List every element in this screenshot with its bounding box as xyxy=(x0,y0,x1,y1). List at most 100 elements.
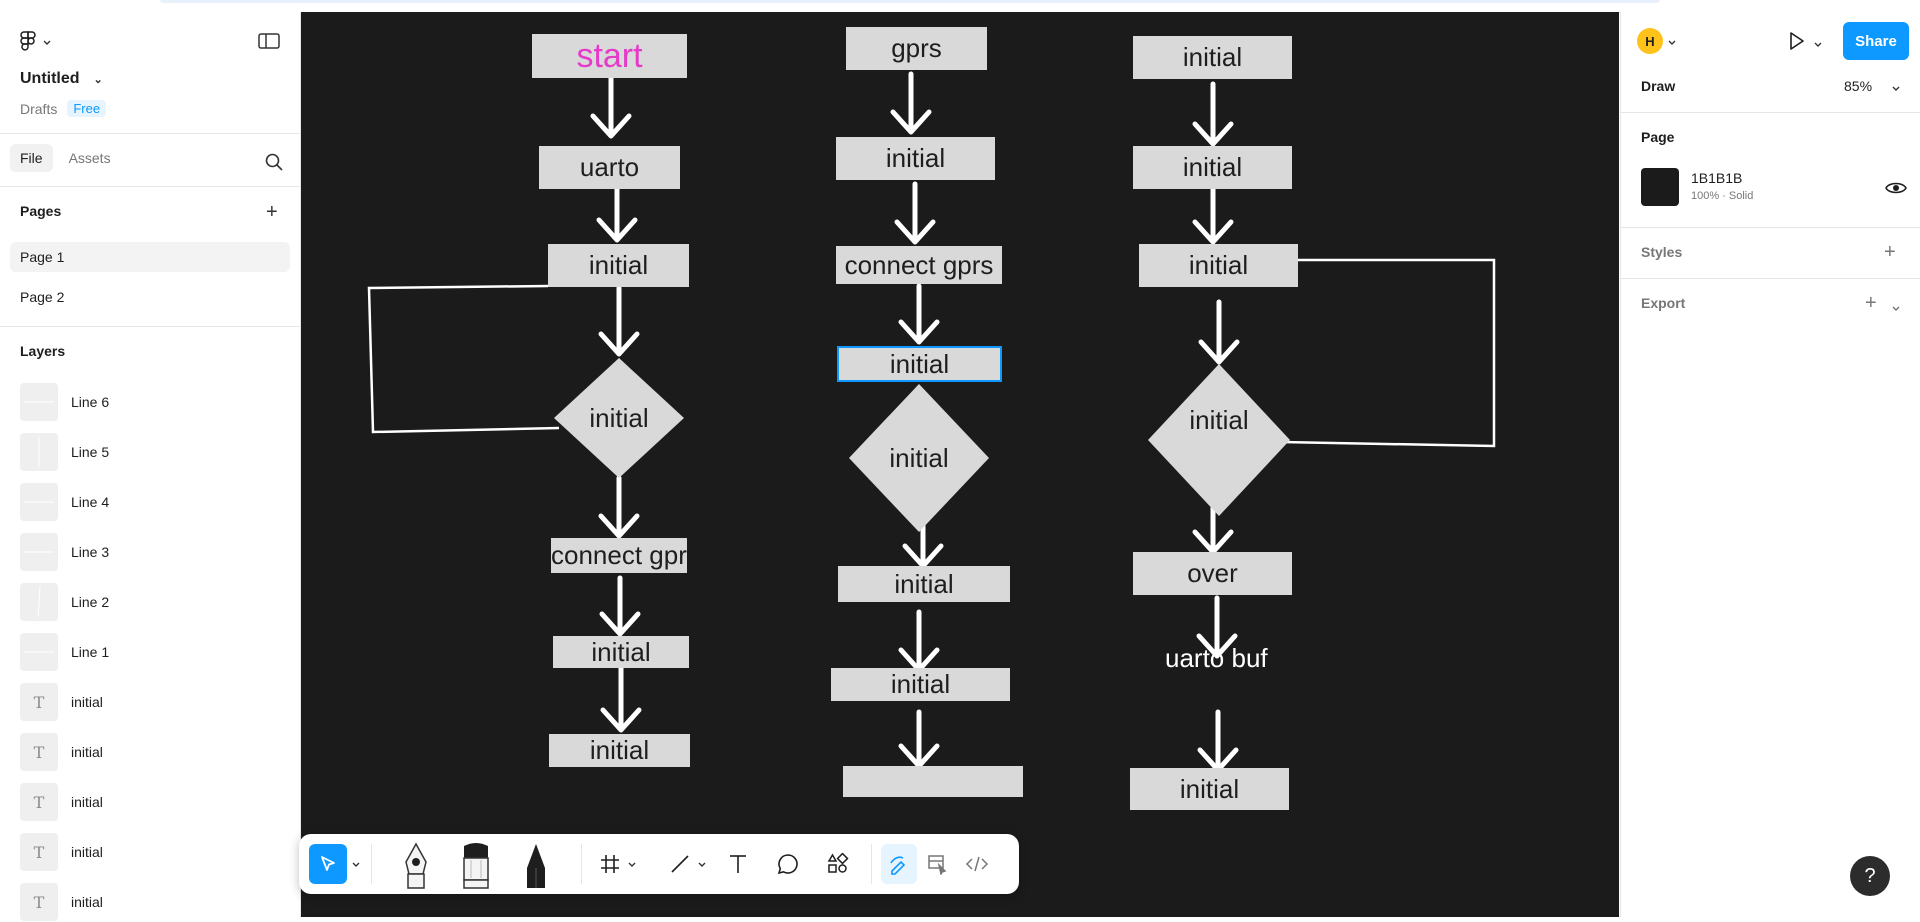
flow-decision[interactable]: initial xyxy=(1148,364,1290,516)
flow-box-start[interactable]: start xyxy=(532,34,687,78)
drafts-link[interactable]: Drafts xyxy=(20,101,57,117)
present-button[interactable] xyxy=(1785,30,1807,57)
flow-box[interactable]: initial xyxy=(1133,36,1292,79)
draw-mode-button[interactable] xyxy=(881,844,917,884)
flow-box[interactable]: initial xyxy=(836,137,995,180)
main-menu-button[interactable] xyxy=(20,30,64,54)
plan-badge[interactable]: Free xyxy=(67,100,107,117)
flow-box[interactable]: over xyxy=(1133,552,1292,595)
flow-box[interactable]: uarto xyxy=(539,146,680,189)
divider xyxy=(0,326,300,327)
flow-box[interactable]: gprs xyxy=(846,27,987,70)
flow-decision[interactable]: initial xyxy=(849,384,989,532)
toggle-sidebar-button[interactable] xyxy=(258,32,282,52)
mode-label: Draw xyxy=(1641,78,1676,94)
design-mode-button[interactable] xyxy=(919,844,955,884)
search-icon[interactable] xyxy=(264,152,284,177)
text-label[interactable]: uarto buf xyxy=(1165,643,1268,674)
decision-label: initial xyxy=(1189,404,1249,435)
arrow xyxy=(890,71,932,135)
layer-item[interactable]: Tinitial xyxy=(20,782,103,822)
layer-item[interactable]: Line 3 xyxy=(20,532,109,572)
flow-box-selected[interactable]: initial xyxy=(837,346,1002,382)
flow-box-empty[interactable] xyxy=(843,766,1023,797)
user-avatar[interactable]: H xyxy=(1637,28,1663,54)
arrow xyxy=(898,609,940,673)
background-color-swatch[interactable] xyxy=(1641,168,1679,206)
eye-icon xyxy=(1885,182,1907,194)
layer-item[interactable]: Line 6 xyxy=(20,382,109,422)
text-tool-button[interactable] xyxy=(723,844,753,884)
layer-item[interactable]: Line 4 xyxy=(20,482,109,522)
page-item-1[interactable]: Page 1 xyxy=(10,242,290,272)
decision-label: initial xyxy=(889,442,949,473)
tab-file[interactable]: File xyxy=(10,144,53,172)
cursor-icon xyxy=(321,856,335,871)
flow-box[interactable]: initial xyxy=(549,734,690,767)
flow-decision[interactable]: initial xyxy=(554,358,684,478)
arrow xyxy=(898,283,940,345)
add-style-icon[interactable]: + xyxy=(1884,242,1896,262)
zoom-level[interactable]: 85% xyxy=(1844,78,1872,94)
line-tool-dropdown[interactable] xyxy=(695,844,709,884)
flow-box[interactable]: connect gprs xyxy=(551,538,687,573)
flow-box[interactable]: initial xyxy=(553,636,689,668)
layer-item[interactable]: Line 1 xyxy=(20,632,109,672)
file-name: Untitled xyxy=(20,70,80,87)
layer-item[interactable]: Line 5 xyxy=(20,432,109,472)
comment-tool-button[interactable] xyxy=(773,844,803,884)
panel-tabs: File Assets xyxy=(10,144,121,172)
canvas[interactable]: start uarto initial initial connect gprs… xyxy=(301,12,1619,917)
code-icon xyxy=(965,856,989,872)
page-item-2[interactable]: Page 2 xyxy=(10,282,290,312)
flow-box[interactable]: initial xyxy=(1130,768,1289,810)
flow-box[interactable]: connect gprs xyxy=(836,246,1002,284)
move-tool-button[interactable] xyxy=(309,844,347,884)
chevron-down-icon xyxy=(628,862,636,867)
marker-tool-button[interactable] xyxy=(459,838,493,894)
layer-label: initial xyxy=(71,694,103,710)
flow-box[interactable]: initial xyxy=(838,566,1010,602)
layer-item[interactable]: Tinitial xyxy=(20,682,103,722)
page-section-title: Page xyxy=(1641,129,1675,145)
add-page-icon[interactable]: + xyxy=(266,202,278,222)
export-dropdown[interactable] xyxy=(1891,300,1901,318)
actions-tool-button[interactable] xyxy=(823,844,853,884)
visibility-toggle[interactable] xyxy=(1885,180,1907,201)
help-button[interactable]: ? xyxy=(1850,856,1890,896)
layer-item[interactable]: Tinitial xyxy=(20,832,103,872)
add-export-icon[interactable]: + xyxy=(1865,293,1877,313)
export-section-title: Export xyxy=(1641,295,1686,311)
pencil-tool-button[interactable] xyxy=(519,838,553,894)
line-tool-button[interactable] xyxy=(665,844,695,884)
pen-icon xyxy=(405,842,427,889)
share-button[interactable]: Share xyxy=(1843,22,1909,60)
layer-item[interactable]: Tinitial xyxy=(20,732,103,772)
frame-tool-button[interactable] xyxy=(595,844,625,884)
flow-box[interactable]: initial xyxy=(831,668,1010,701)
divider xyxy=(0,133,300,134)
chevron-down-icon[interactable] xyxy=(1667,34,1677,52)
background-hex[interactable]: 1B1B1B xyxy=(1691,170,1742,186)
layer-item[interactable]: Line 2 xyxy=(20,582,109,622)
dev-mode-button[interactable] xyxy=(959,844,995,884)
file-title-button[interactable]: Untitled ⌄ xyxy=(20,70,103,88)
move-tool-dropdown[interactable] xyxy=(349,844,363,884)
figma-logo-icon xyxy=(20,31,36,51)
zoom-dropdown[interactable] xyxy=(1891,80,1901,98)
present-dropdown[interactable] xyxy=(1813,36,1823,54)
text-icon xyxy=(730,855,746,873)
toolbar-divider xyxy=(581,844,582,884)
layer-item[interactable]: Tinitial xyxy=(20,882,103,922)
layer-label: Line 2 xyxy=(71,594,110,610)
arrow xyxy=(596,185,638,243)
pen-tool-button[interactable] xyxy=(399,838,433,894)
divider xyxy=(0,186,300,187)
text-thumbnail-icon: T xyxy=(20,783,58,821)
line-thumbnail-icon xyxy=(20,583,58,621)
tab-assets[interactable]: Assets xyxy=(59,144,121,172)
frame-tool-dropdown[interactable] xyxy=(625,844,639,884)
flow-box[interactable]: initial xyxy=(1139,244,1298,287)
flow-box[interactable]: initial xyxy=(1133,146,1292,189)
flow-box[interactable]: initial xyxy=(548,244,689,287)
